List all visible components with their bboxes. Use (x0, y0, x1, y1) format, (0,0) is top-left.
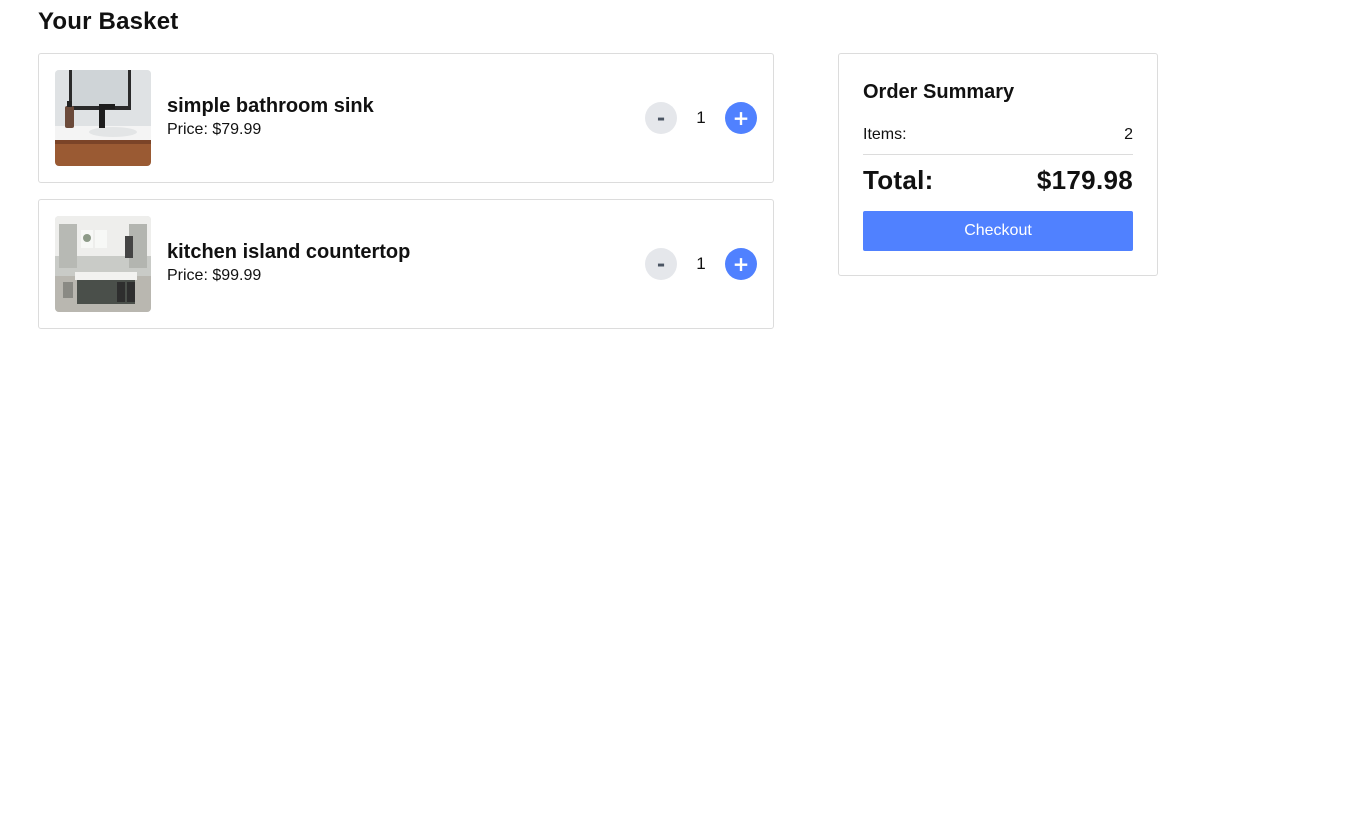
basket-item-kitchen-island: kitchen island countertop Price: $99.99 … (38, 199, 774, 329)
quantity-stepper: - 1 + (645, 248, 757, 280)
item-price: Price: $99.99 (167, 267, 262, 284)
item-name: kitchen island countertop (167, 241, 411, 263)
items-label: Items: (863, 126, 907, 143)
quantity-value: 1 (696, 254, 706, 273)
total-value: $179.98 (1036, 165, 1133, 195)
items-count-row: Items: 2 (863, 125, 1133, 145)
order-summary-card: Order Summary Items: 2 Total: $179.98 Ch… (838, 53, 1158, 276)
item-name: simple bathroom sink (167, 95, 374, 117)
item-info: kitchen island countertop Price: $99.99 (167, 238, 410, 286)
basket-items-list: simple bathroom sink Price: $79.99 - 1 + (38, 53, 774, 345)
decrement-button[interactable]: - (645, 248, 677, 280)
summary-divider (863, 154, 1133, 155)
quantity-value: 1 (696, 108, 706, 127)
basket-item-bathroom-sink: simple bathroom sink Price: $79.99 - 1 + (38, 53, 774, 183)
total-label: Total: (863, 165, 934, 195)
bathroom-sink-photo (55, 70, 151, 166)
order-summary-title: Order Summary (863, 81, 1015, 103)
quantity-stepper: - 1 + (645, 102, 757, 134)
page-title: Your Basket (38, 8, 179, 35)
total-row: Total: $179.98 (863, 164, 1133, 196)
checkout-button[interactable]: Checkout (863, 211, 1133, 251)
basket-page: Your Basket simple bathroom sink Price: … (0, 0, 1358, 827)
item-price: Price: $79.99 (167, 121, 262, 138)
increment-button[interactable]: + (725, 248, 757, 280)
decrement-button[interactable]: - (645, 102, 677, 134)
increment-button[interactable]: + (725, 102, 757, 134)
items-count: 2 (1124, 126, 1133, 143)
kitchen-island-photo (55, 216, 151, 312)
item-info: simple bathroom sink Price: $79.99 (167, 92, 374, 140)
